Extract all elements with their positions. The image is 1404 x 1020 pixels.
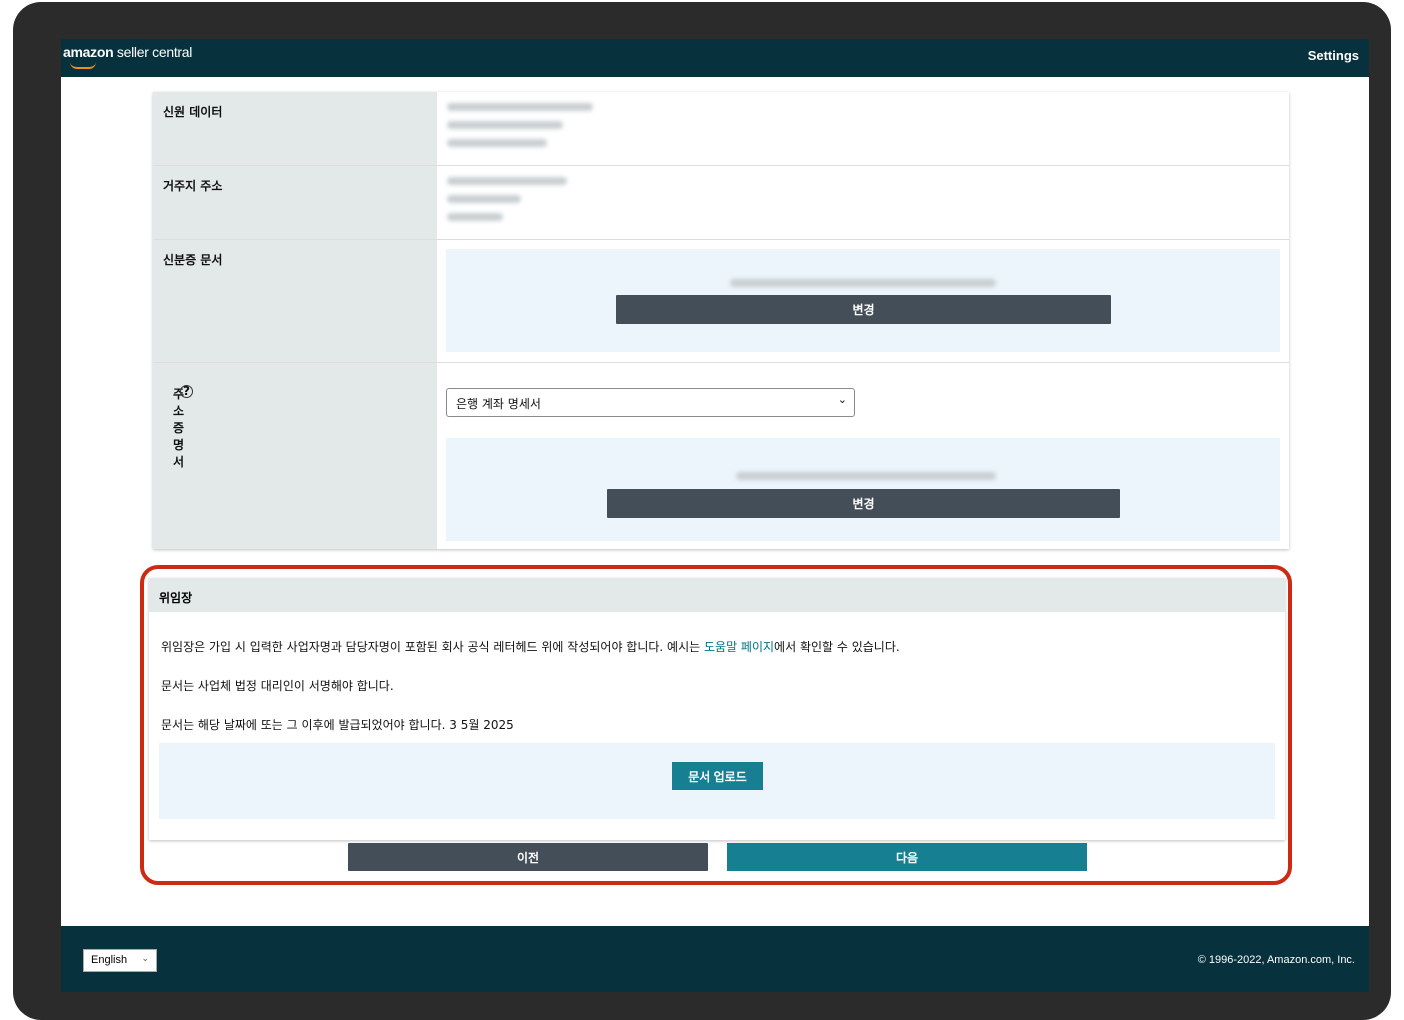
chevron-down-icon: ⌄ xyxy=(837,393,847,406)
redacted-value xyxy=(447,195,521,203)
residence-address-label-cell: 거주지 주소 xyxy=(153,166,437,239)
highlight-annotation xyxy=(140,565,1292,885)
proof-of-address-select[interactable]: 은행 계좌 명세서 ⌄ xyxy=(446,388,855,417)
language-value: English xyxy=(91,954,128,966)
redacted-value xyxy=(447,103,593,111)
identity-data-label-cell: 신원 데이터 xyxy=(153,92,437,165)
proof-of-address-label-cell: 주소 증명서? xyxy=(153,363,437,549)
language-select[interactable]: English ⌄ xyxy=(83,949,157,972)
identity-data-row: 신원 데이터 xyxy=(153,92,1289,166)
redacted-value xyxy=(447,213,503,221)
residence-address-label: 거주지 주소 xyxy=(163,179,223,193)
proof-of-address-row: 주소 증명서? 은행 계좌 명세서 ⌄ 변경 xyxy=(153,363,1289,549)
verification-card: 신원 데이터 거주지 주소 신분증 문서 변경 주소 증명서 ? 은행 계좌 명… xyxy=(153,92,1289,549)
device-frame: amazon seller central Settings 신원 데이터 거주… xyxy=(13,2,1391,1020)
redacted-filename xyxy=(730,279,996,287)
residence-address-row: 거주지 주소 xyxy=(153,166,1289,240)
redacted-value xyxy=(447,177,567,185)
copyright: © 1996-2022, Amazon.com, Inc. xyxy=(1197,954,1355,966)
logo-text: seller central xyxy=(113,44,193,60)
proof-of-address-select-value: 은행 계좌 명세서 xyxy=(456,397,541,411)
chevron-down-icon: ⌄ xyxy=(141,953,149,963)
id-document-label: 신분증 문서 xyxy=(163,253,223,267)
redacted-filename xyxy=(736,472,996,480)
logo-brand: amazon xyxy=(63,44,114,60)
identity-data-label: 신원 데이터 xyxy=(163,105,223,119)
id-document-upload-area: 변경 xyxy=(446,249,1280,352)
seller-central-logo[interactable]: amazon seller central xyxy=(63,44,193,69)
top-bar: amazon seller central Settings xyxy=(61,39,1369,77)
proof-of-address-upload-area: 변경 xyxy=(446,438,1280,541)
redacted-value xyxy=(447,139,547,147)
settings-link[interactable]: Settings xyxy=(1308,48,1359,63)
footer: English ⌄ © 1996-2022, Amazon.com, Inc. xyxy=(61,926,1369,992)
proof-of-address-change-button[interactable]: 변경 xyxy=(607,489,1120,518)
amazon-smile-icon xyxy=(70,62,96,69)
redacted-value xyxy=(447,121,563,129)
circle-question-icon[interactable]: ? xyxy=(180,385,193,398)
screen: amazon seller central Settings 신원 데이터 거주… xyxy=(61,39,1369,992)
id-document-row: 신분증 문서 변경 xyxy=(153,240,1289,363)
id-document-change-button[interactable]: 변경 xyxy=(616,295,1111,324)
id-document-label-cell: 신분증 문서 xyxy=(153,240,437,362)
